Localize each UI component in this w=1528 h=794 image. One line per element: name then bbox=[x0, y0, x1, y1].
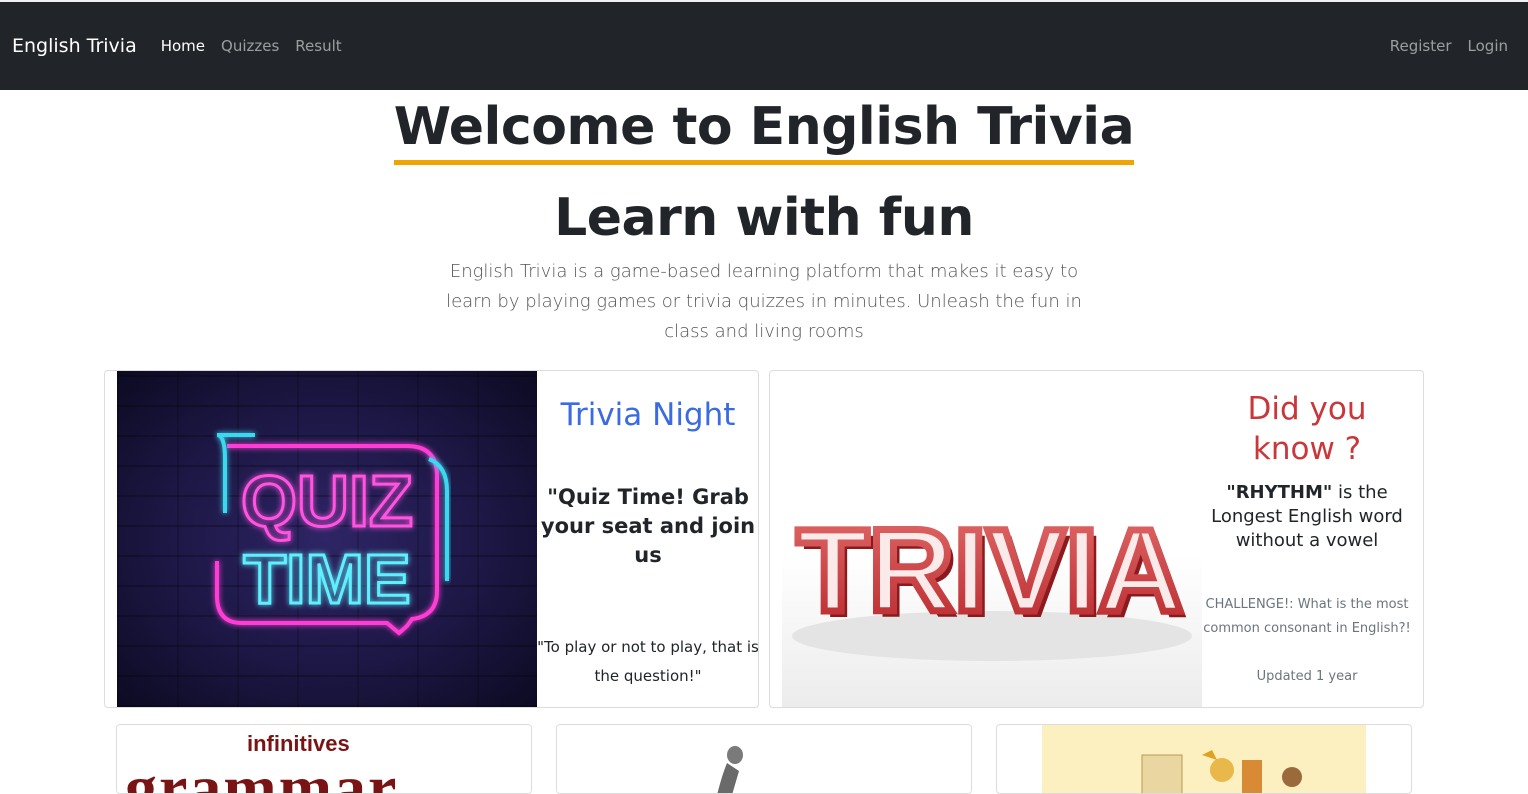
trivia-3d-image: TRIVIA TRIVIA bbox=[782, 371, 1202, 707]
challenge-text: CHALLENGE!: What is the most common cons… bbox=[1203, 597, 1411, 636]
neon-time-text: TIME bbox=[243, 540, 410, 618]
grammar-image: infinitives grammar bbox=[117, 725, 531, 793]
trivia-night-card[interactable]: QUIZ TIME Trivia Night "Quiz Time! Grab … bbox=[104, 370, 759, 708]
did-you-know-title: Did you know ? bbox=[1247, 391, 1367, 467]
nav-link-register[interactable]: Register bbox=[1390, 37, 1452, 55]
figure-image bbox=[557, 725, 971, 793]
nav-link-login[interactable]: Login bbox=[1468, 37, 1508, 55]
trivia-3d-graphic: TRIVIA TRIVIA bbox=[792, 502, 1192, 661]
did-you-know-body: Did you know ? "RHYTHM" is the Longest E… bbox=[1202, 371, 1423, 707]
nav-link-home[interactable]: Home bbox=[161, 37, 205, 55]
navbar-right: Register Login bbox=[1374, 2, 1508, 90]
did-you-know-card[interactable]: TRIVIA TRIVIA Did you know ? "RHYTHM" is… bbox=[769, 370, 1424, 708]
welcome-heading-wrap: Welcome to English Trivia bbox=[0, 94, 1528, 165]
welcome-heading: Welcome to English Trivia bbox=[393, 94, 1135, 165]
trivia-night-card-body: Trivia Night "Quiz Time! Grab your seat … bbox=[537, 371, 759, 707]
nav-link-quizzes[interactable]: Quizzes bbox=[221, 37, 279, 55]
figure-graphic bbox=[717, 746, 743, 793]
trivia-night-title: Trivia Night bbox=[560, 397, 736, 433]
figure-card[interactable] bbox=[556, 724, 972, 794]
learn-heading: Learn with fun bbox=[554, 188, 974, 248]
quiz-time-image: QUIZ TIME bbox=[117, 371, 537, 707]
rhythm-fact: "RHYTHM" is the Longest English word wit… bbox=[1202, 481, 1412, 553]
play-quote: "To play or not to play, that is the que… bbox=[537, 638, 759, 685]
lead-paragraph: English Trivia is a game-based learning … bbox=[446, 261, 1082, 342]
navbar: English Trivia Home Quizzes Result Regis… bbox=[0, 2, 1528, 90]
quiz-time-neon-graphic: QUIZ TIME bbox=[215, 431, 449, 636]
illustration-card[interactable] bbox=[996, 724, 1412, 794]
rhythm-word: "RHYTHM" bbox=[1226, 482, 1333, 503]
grammar-card[interactable]: infinitives grammar bbox=[116, 724, 532, 794]
trivia-3d-text: TRIVIA bbox=[797, 505, 1184, 637]
updated-text: Updated 1 year bbox=[1256, 669, 1358, 684]
neon-quiz-text: QUIZ bbox=[241, 462, 413, 542]
illustration-graphic bbox=[1141, 750, 1302, 793]
illustration-image bbox=[1042, 725, 1366, 793]
grammar-text: grammar bbox=[125, 752, 399, 794]
navbar-brand[interactable]: English Trivia bbox=[12, 35, 137, 57]
quiz-time-quote: "Quiz Time! Grab your seat and join us bbox=[540, 485, 756, 567]
nav-link-result[interactable]: Result bbox=[295, 37, 341, 55]
